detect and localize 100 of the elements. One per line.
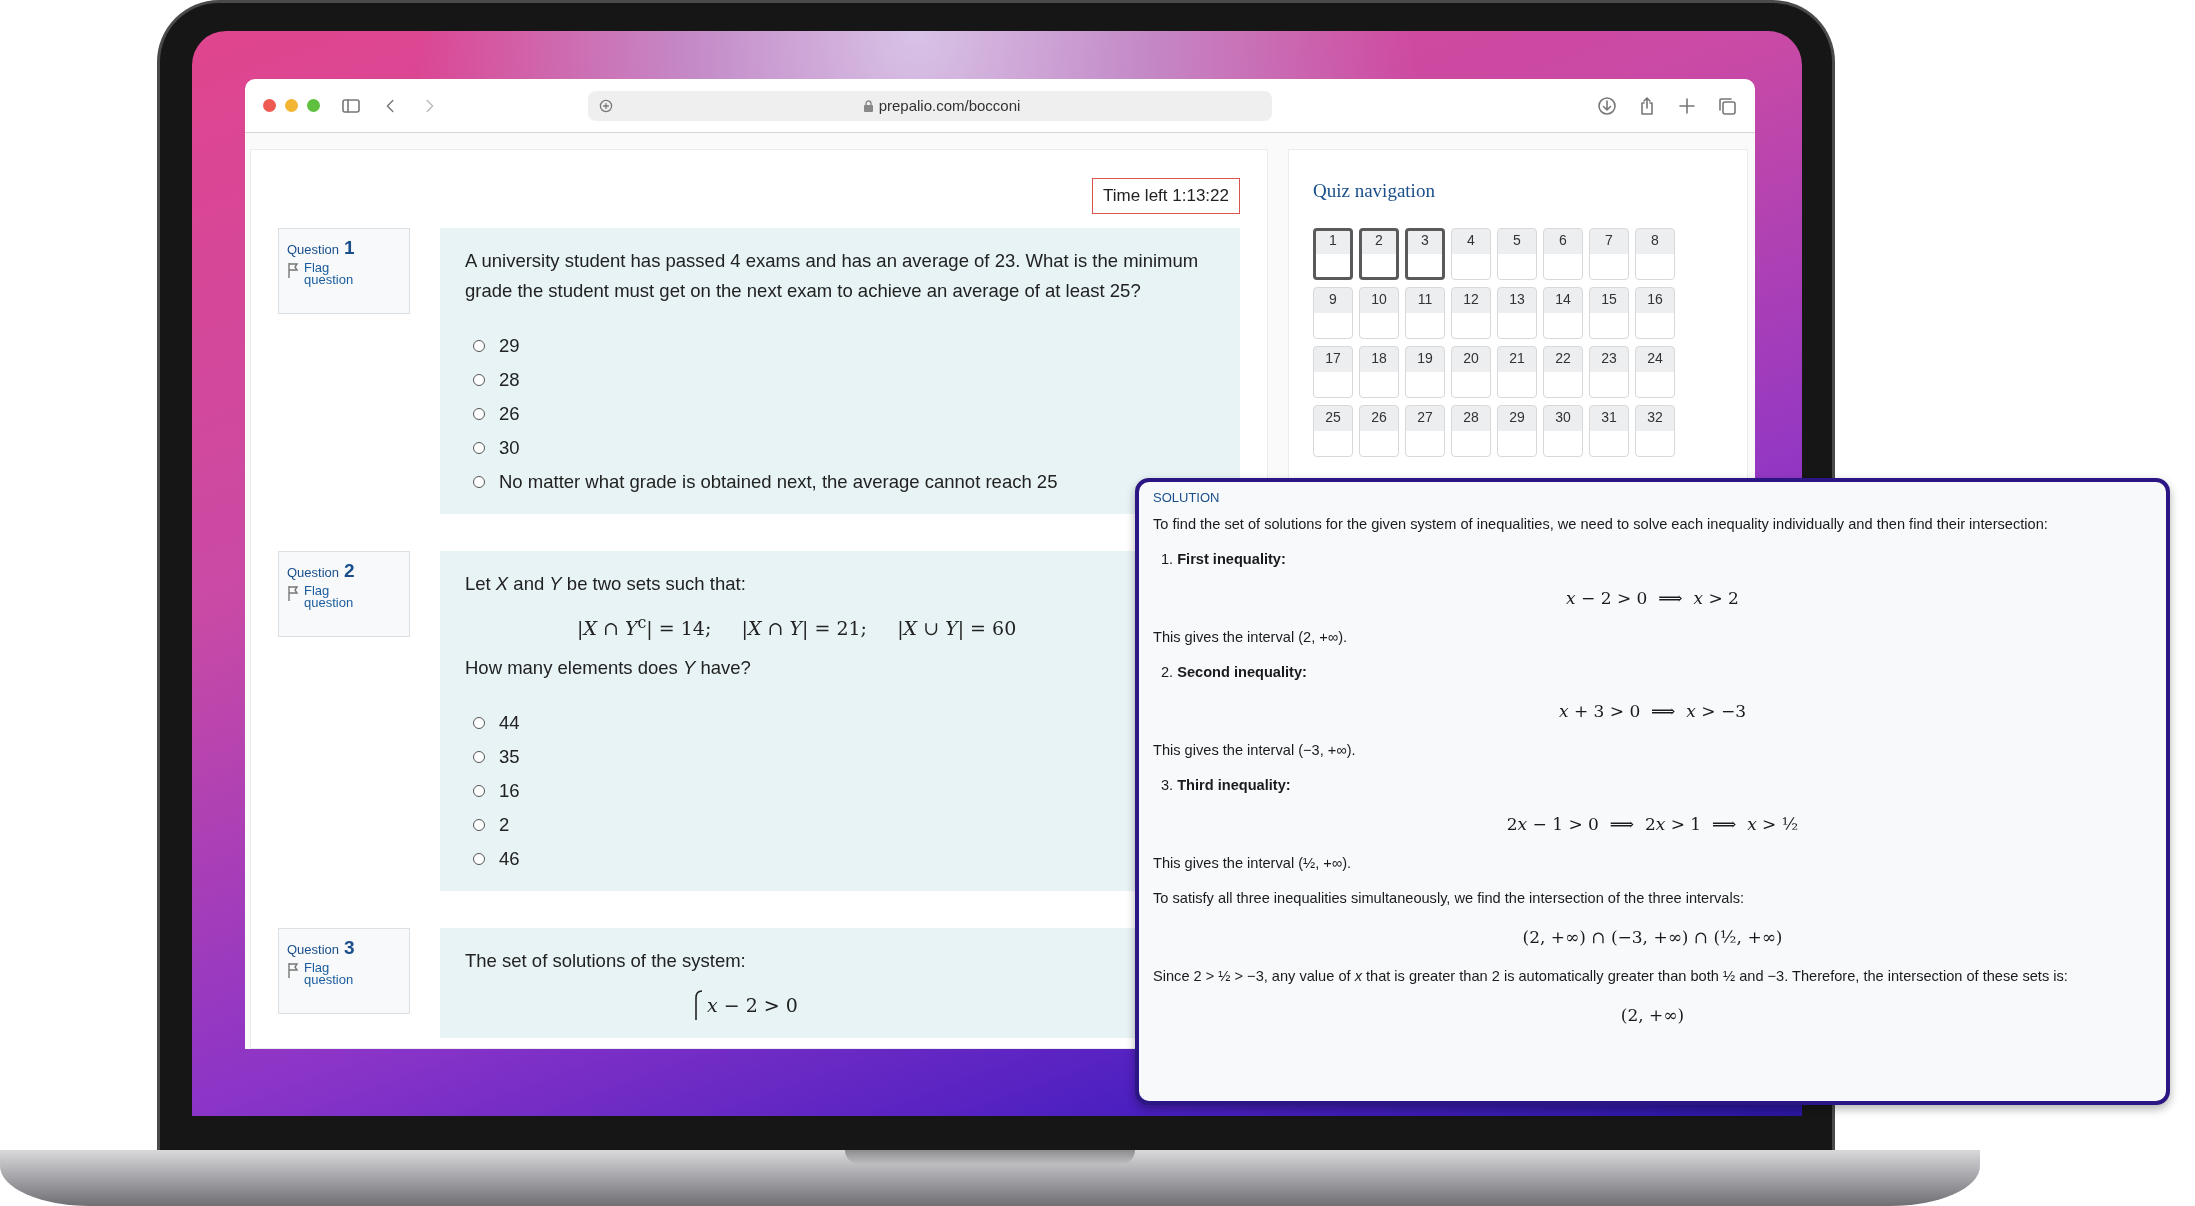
step-title: Third inequality: bbox=[1177, 777, 1291, 793]
option-label[interactable]: 29 bbox=[499, 335, 520, 357]
flag-question-link[interactable]: Flag question bbox=[304, 585, 364, 609]
flag-icon[interactable] bbox=[287, 262, 299, 278]
math-formula: 2𝑥 − 1 > 0 ⟹ 2𝑥 > 1 ⟹ 𝑥 > ½ bbox=[1506, 814, 1799, 834]
question-nav-button[interactable]: 32 bbox=[1635, 405, 1675, 457]
option-label[interactable]: 26 bbox=[499, 403, 520, 425]
option-label[interactable]: 35 bbox=[499, 746, 520, 769]
maximize-icon[interactable] bbox=[307, 99, 320, 112]
question-text: A university student has passed 4 exams and has an average of 23. What is the minimum grade the student must get on the next exam to achieve an average of at least 25? bbox=[465, 249, 1200, 303]
step-number: 1. bbox=[1161, 551, 1174, 567]
step-title: First inequality: bbox=[1177, 551, 1286, 567]
question-nav-button[interactable]: 13 bbox=[1497, 287, 1537, 339]
question-label: Question bbox=[287, 942, 340, 958]
question-nav-button[interactable]: 25 bbox=[1313, 405, 1353, 457]
question-nav-button[interactable]: 3 bbox=[1405, 228, 1445, 280]
question-nav-button[interactable]: 24 bbox=[1635, 346, 1675, 398]
question-nav-button[interactable]: 31 bbox=[1589, 405, 1629, 457]
step-number: 3. bbox=[1161, 777, 1174, 793]
math-formula: (2, +∞) ∩ (−3, +∞) ∩ (½, +∞) bbox=[1522, 927, 1783, 947]
new-tab-icon[interactable] bbox=[1677, 95, 1697, 116]
question-nav-button[interactable]: 2 bbox=[1359, 228, 1399, 280]
radio-button[interactable] bbox=[473, 442, 485, 454]
radio-button[interactable] bbox=[473, 408, 485, 420]
option-label[interactable]: 16 bbox=[499, 780, 520, 803]
question-nav-button[interactable]: 26 bbox=[1359, 405, 1399, 457]
option-label[interactable]: No matter what grade is obtained next, the average cannot reach 25 bbox=[499, 471, 1058, 493]
math-formula: (2, +∞) bbox=[1620, 1005, 1685, 1025]
lock-icon bbox=[863, 99, 873, 112]
solution-title: SOLUTION bbox=[1153, 490, 1221, 505]
timer: Time left 1:13:22 bbox=[1092, 178, 1240, 214]
question-nav-button[interactable]: 29 bbox=[1497, 405, 1537, 457]
question-nav-button[interactable]: 27 bbox=[1405, 405, 1445, 457]
radio-button[interactable] bbox=[473, 340, 485, 352]
plus-circle-icon[interactable] bbox=[598, 97, 614, 114]
radio-button[interactable] bbox=[473, 819, 485, 832]
question-nav-button[interactable]: 18 bbox=[1359, 346, 1399, 398]
flag-icon[interactable] bbox=[287, 585, 299, 601]
solution-text: To find the set of solutions for the given system of inequalities, we need to solve each inequality individually and then find their intersection: bbox=[1153, 516, 2049, 532]
question-nav-button[interactable]: 28 bbox=[1451, 405, 1491, 457]
step-title: Second inequality: bbox=[1177, 664, 1307, 680]
option-label[interactable]: 30 bbox=[499, 437, 520, 459]
question-nav-button[interactable]: 23 bbox=[1589, 346, 1629, 398]
radio-button[interactable] bbox=[473, 374, 485, 386]
panel-title: Quiz navigation bbox=[1313, 180, 1436, 202]
question-number: 3 bbox=[344, 937, 355, 960]
question-number: 2 bbox=[344, 560, 355, 582]
question-nav-button[interactable]: 4 bbox=[1451, 228, 1491, 280]
question-nav-button[interactable]: 20 bbox=[1451, 346, 1491, 398]
question-nav-button[interactable]: 9 bbox=[1313, 287, 1353, 339]
solution-text: To satisfy all three inequalities simultaneously, we find the intersection of the three intervals: bbox=[1153, 890, 1746, 906]
radio-button[interactable] bbox=[473, 476, 485, 488]
solution-text: This gives the interval (−3, +∞). bbox=[1153, 742, 1357, 758]
flag-question-link[interactable]: Flag question bbox=[304, 962, 364, 987]
url-text: prepalio.com/bocconi bbox=[878, 97, 1021, 114]
radio-button[interactable] bbox=[473, 853, 485, 866]
radio-button[interactable] bbox=[473, 717, 485, 730]
flag-question-link[interactable]: Flag question bbox=[304, 262, 364, 286]
question-nav-button[interactable]: 14 bbox=[1543, 287, 1583, 339]
solution-text: Since 2 > ½ > −3, any value of x that is greater than 2 is automatically greater than both ½ and −3. Therefore, the intersection of these sets is: bbox=[1153, 968, 2069, 984]
question-nav-button[interactable]: 19 bbox=[1405, 346, 1445, 398]
flag-icon[interactable] bbox=[287, 962, 299, 979]
question-nav-button[interactable]: 17 bbox=[1313, 346, 1353, 398]
math-formula: 𝑥 − 2 > 0 bbox=[707, 994, 798, 1017]
question-nav-button[interactable]: 10 bbox=[1359, 287, 1399, 339]
brace-icon bbox=[693, 990, 703, 1021]
question-nav-button[interactable]: 11 bbox=[1405, 287, 1445, 339]
question-label: Question bbox=[287, 565, 340, 580]
question-nav-button[interactable]: 8 bbox=[1635, 228, 1675, 280]
question-nav-button[interactable]: 16 bbox=[1635, 287, 1675, 339]
math-formula: |X ∩ Y$^{c}$| = 14; |X ∩ Y| = 21; |X ∪ Y| = 60 bbox=[577, 613, 1017, 640]
step-number: 2. bbox=[1161, 664, 1174, 680]
download-icon[interactable] bbox=[1597, 95, 1617, 116]
option-label[interactable]: 46 bbox=[499, 848, 520, 871]
question-nav-button[interactable]: 1 bbox=[1313, 228, 1353, 280]
math-formula: 𝑥 − 2 > 0 ⟹ 𝑥 > 2 bbox=[1566, 588, 1739, 608]
solution-text: This gives the interval (2, +∞). bbox=[1153, 629, 1349, 645]
tabs-icon[interactable] bbox=[1717, 95, 1737, 116]
close-icon[interactable] bbox=[263, 99, 276, 112]
address-bar[interactable]: prepalio.com/bocconi bbox=[588, 90, 1272, 121]
question-nav-button[interactable]: 5 bbox=[1497, 228, 1537, 280]
question-nav-button[interactable]: 12 bbox=[1451, 287, 1491, 339]
question-text: The set of solutions of the system: bbox=[465, 949, 746, 974]
option-label[interactable]: 28 bbox=[499, 369, 520, 391]
question-number: 1 bbox=[344, 237, 355, 259]
option-label[interactable]: 44 bbox=[499, 712, 520, 735]
question-text: Let X and Y be two sets such that: bbox=[465, 572, 746, 596]
question-nav-button[interactable]: 15 bbox=[1589, 287, 1629, 339]
option-label[interactable]: 2 bbox=[499, 814, 510, 837]
question-nav-button[interactable]: 6 bbox=[1543, 228, 1583, 280]
question-nav-button[interactable]: 7 bbox=[1589, 228, 1629, 280]
radio-button[interactable] bbox=[473, 751, 485, 764]
question-nav-button[interactable]: 30 bbox=[1543, 405, 1583, 457]
question-nav-button[interactable]: 22 bbox=[1543, 346, 1583, 398]
question-label: Question bbox=[287, 242, 340, 257]
math-formula: 𝑥 + 3 > 0 ⟹ 𝑥 > −3 bbox=[1559, 701, 1746, 721]
question-text: How many elements does Y have? bbox=[465, 656, 751, 681]
question-nav-button[interactable]: 21 bbox=[1497, 346, 1537, 398]
radio-button[interactable] bbox=[473, 785, 485, 798]
solution-text: This gives the interval (½, +∞). bbox=[1153, 855, 1353, 871]
